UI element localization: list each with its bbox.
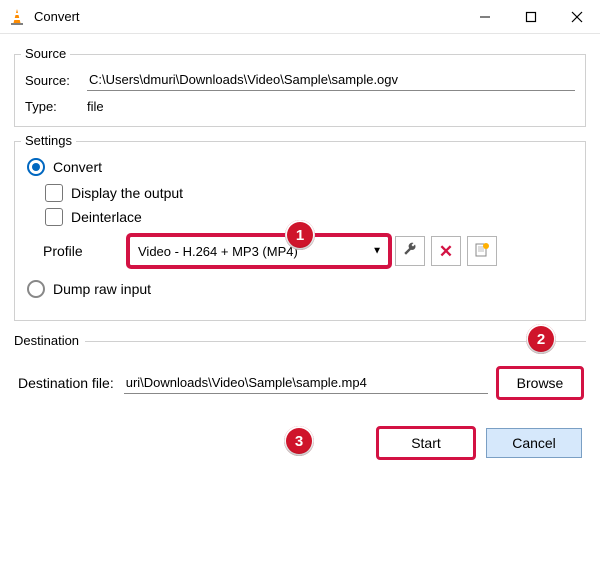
settings-legend: Settings [21,133,76,148]
radio-icon [27,158,45,176]
annotation-badge-2: 2 [526,324,556,354]
dialog-buttons: Start Cancel 3 [14,428,582,458]
type-label: Type: [25,99,87,114]
deinterlace-checkbox[interactable]: Deinterlace [45,208,575,226]
minimize-button[interactable] [462,0,508,34]
source-input[interactable] [87,69,575,91]
titlebar: Convert [0,0,600,34]
profile-label: Profile [43,243,123,259]
new-profile-icon [474,242,490,261]
chevron-down-icon: ▼ [372,246,382,257]
dialog-content: Source Source: Type: file Settings Conve… [0,34,600,458]
window-title: Convert [34,9,80,24]
source-legend: Source [21,46,70,61]
destination-label: Destination file: [18,375,114,391]
delete-icon: ✕ [439,243,453,260]
delete-profile-button[interactable]: ✕ [431,236,461,266]
profile-combobox[interactable]: Video - H.264 + MP3 (MP4) ▼ [129,236,389,266]
new-profile-button[interactable] [467,236,497,266]
dump-raw-radio[interactable]: Dump raw input [27,280,575,298]
display-output-label: Display the output [71,185,183,201]
destination-group: Destination Destination file: Browse 2 [14,341,586,410]
source-label: Source: [25,73,87,88]
source-group: Source Source: Type: file [14,54,586,127]
profile-value: Video - H.264 + MP3 (MP4) [138,244,298,259]
browse-button[interactable]: Browse [498,368,582,398]
window-buttons [462,0,600,34]
vlc-cone-icon [8,8,26,26]
cancel-button[interactable]: Cancel [486,428,582,458]
convert-radio-label: Convert [53,159,102,175]
close-button[interactable] [554,0,600,34]
edit-profile-button[interactable] [395,236,425,266]
destination-input[interactable] [124,372,488,394]
annotation-badge-3: 3 [284,426,314,456]
checkbox-icon [45,208,63,226]
convert-radio[interactable]: Convert [27,158,575,176]
settings-group: Settings Convert Display the output Dein… [14,141,586,321]
maximize-button[interactable] [508,0,554,34]
radio-icon [27,280,45,298]
checkbox-icon [45,184,63,202]
display-output-checkbox[interactable]: Display the output [45,184,575,202]
destination-legend: Destination [14,333,85,348]
dump-raw-label: Dump raw input [53,281,151,297]
start-button[interactable]: Start [378,428,474,458]
type-value: file [87,99,104,114]
deinterlace-label: Deinterlace [71,209,142,225]
wrench-icon [402,242,418,261]
